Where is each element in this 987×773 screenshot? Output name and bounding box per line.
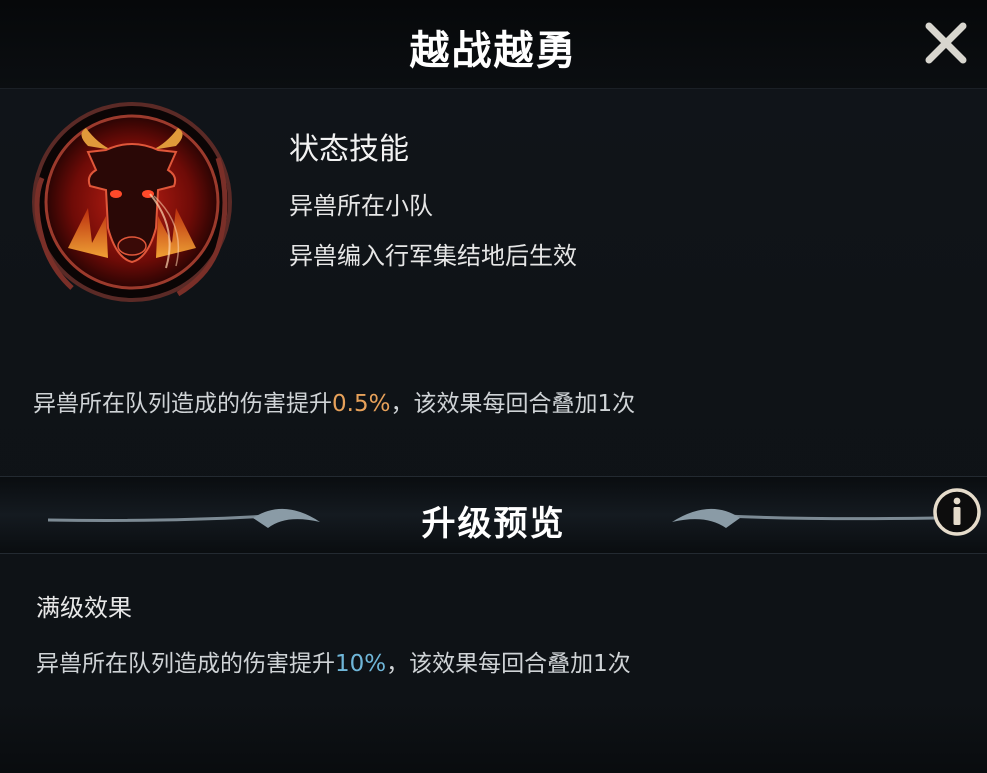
info-button[interactable]: [932, 487, 982, 537]
close-button[interactable]: [921, 18, 971, 68]
close-icon: [925, 22, 967, 64]
effect-prefix: 异兽所在队列造成的伤害提升: [33, 391, 332, 417]
max-level-label: 满级效果: [36, 594, 132, 622]
skill-detail-dialog: 越战越勇 状态技能 异兽所在小队 异兽编入行军集结地后生效 异兽所在队列造成的伤…: [0, 0, 987, 773]
skill-condition: 异兽编入行军集结地后生效: [289, 242, 577, 270]
bottom-fade: [0, 700, 987, 773]
dialog-title: 越战越勇: [409, 28, 578, 74]
max-effect-value: 10%: [335, 651, 387, 677]
bull-head-icon: [32, 102, 232, 302]
current-effect-text: 异兽所在队列造成的伤害提升0.5%，该效果每回合叠加1次: [33, 384, 635, 418]
max-level-effect-text: 异兽所在队列造成的伤害提升10%，该效果每回合叠加1次: [36, 644, 631, 678]
right-ornament-icon: [672, 508, 936, 528]
skill-scope: 异兽所在小队: [289, 192, 433, 220]
max-effect-prefix: 异兽所在队列造成的伤害提升: [36, 651, 335, 677]
max-effect-suffix: ，该效果每回合叠加1次: [386, 651, 631, 677]
info-icon: [933, 488, 981, 536]
skill-icon-frame: [28, 98, 236, 306]
skill-type: 状态技能: [289, 132, 409, 167]
effect-value: 0.5%: [332, 391, 391, 417]
effect-suffix: ，该效果每回合叠加1次: [390, 391, 636, 417]
